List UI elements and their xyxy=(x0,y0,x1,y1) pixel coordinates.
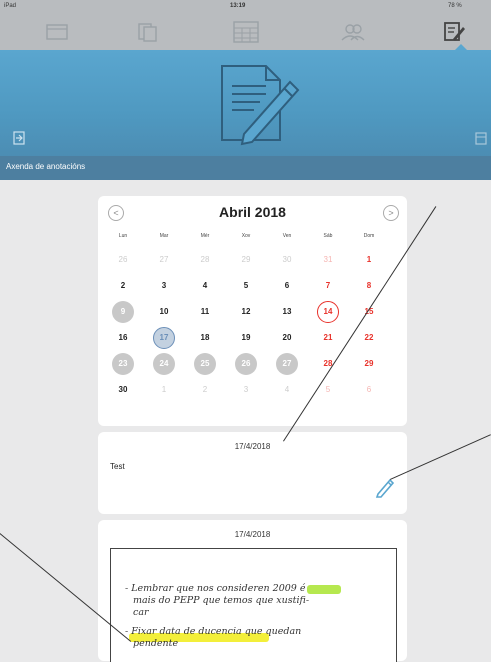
calendar-day[interactable]: 2 xyxy=(194,379,216,401)
documents-icon xyxy=(138,23,157,42)
calendar-day[interactable]: 6 xyxy=(276,275,298,297)
calendar-day[interactable]: 4 xyxy=(194,275,216,297)
battery-label: 78 % xyxy=(448,3,462,9)
calendar-day[interactable]: 18 xyxy=(194,327,216,349)
export-icon[interactable] xyxy=(12,130,26,146)
calendar-day[interactable]: 22 xyxy=(358,327,380,349)
calendar-day[interactable]: 3 xyxy=(153,275,175,297)
calendar-day[interactable]: 30 xyxy=(112,379,134,401)
calendar-day[interactable]: 4 xyxy=(276,379,298,401)
calendar-day[interactable]: 29 xyxy=(235,249,257,271)
calendar-day[interactable]: 31 xyxy=(317,249,339,271)
calendar-day[interactable]: 1 xyxy=(153,379,175,401)
handwritten-line: mais do PEPP que temos que xustifi- xyxy=(133,595,310,606)
active-tab-pointer xyxy=(454,44,468,51)
handwritten-text: - Lembrar que nos consideren 2009 é mais… xyxy=(125,583,309,650)
green-highlight xyxy=(307,585,341,594)
calendar-day[interactable]: 28 xyxy=(194,249,216,271)
calendar-day[interactable]: 25 xyxy=(194,353,216,375)
calendar-day[interactable]: 12 xyxy=(235,301,257,323)
status-bar: iPad 13:19 78 % xyxy=(0,0,491,14)
calendar-day[interactable]: 26 xyxy=(112,249,134,271)
calendar-day[interactable]: 30 xyxy=(276,249,298,271)
people-icon xyxy=(341,24,365,41)
calendar-day[interactable]: 17 xyxy=(153,327,175,349)
weekday-label: Mér xyxy=(200,233,210,239)
hero-banner xyxy=(0,50,491,156)
tab-documents[interactable] xyxy=(127,18,167,46)
section-title: Axenda de anotacións xyxy=(6,162,86,171)
weekday-label: Sáb xyxy=(323,233,333,239)
note-date: 17/4/2018 xyxy=(234,442,271,451)
calendar-day[interactable]: 8 xyxy=(358,275,380,297)
note-text: Test xyxy=(110,462,125,471)
tab-contacts[interactable] xyxy=(333,18,373,46)
tab-bar xyxy=(0,14,491,50)
weekday-label: Lun xyxy=(118,233,128,239)
calendar-day[interactable]: 20 xyxy=(276,327,298,349)
device-label: iPad xyxy=(4,3,17,9)
calendar-day[interactable]: 16 xyxy=(112,327,134,349)
note-card[interactable]: 17/4/2018 Test xyxy=(98,432,407,514)
calendar-day[interactable]: 19 xyxy=(235,327,257,349)
calendar-day[interactable]: 5 xyxy=(235,275,257,297)
tab-calendar[interactable] xyxy=(37,18,77,46)
weekday-label: Ven xyxy=(282,233,292,239)
handwriting-canvas: - Lembrar que nos consideren 2009 é mais… xyxy=(110,548,397,662)
month-title: Abril 2018 xyxy=(219,204,286,220)
next-month-button[interactable]: > xyxy=(383,205,399,221)
calendar-day[interactable]: 29 xyxy=(358,353,380,375)
note-edit-icon xyxy=(444,22,465,41)
notepad-pencil-icon xyxy=(221,65,300,146)
clock: 13:19 xyxy=(230,3,246,9)
calendar-day[interactable]: 27 xyxy=(276,353,298,375)
calendar-day[interactable]: 26 xyxy=(235,353,257,375)
handwritten-note-date: 17/4/2018 xyxy=(234,530,271,539)
calendar-day[interactable]: 27 xyxy=(153,249,175,271)
calendar-day[interactable]: 9 xyxy=(112,301,134,323)
calendar-day[interactable]: 24 xyxy=(153,353,175,375)
calendar-day[interactable]: 23 xyxy=(112,353,134,375)
weekday-label: Xov xyxy=(241,233,251,239)
calendar-day[interactable]: 10 xyxy=(153,301,175,323)
weekday-label: Dom xyxy=(363,233,375,239)
tab-notes[interactable] xyxy=(434,18,474,46)
calendar-day[interactable]: 11 xyxy=(194,301,216,323)
tab-schedule[interactable] xyxy=(226,18,266,46)
section-header: Axenda de anotacións xyxy=(0,156,491,180)
calendar-day[interactable]: 2 xyxy=(112,275,134,297)
calendar-day[interactable]: 21 xyxy=(317,327,339,349)
calendar-day[interactable]: 7 xyxy=(317,275,339,297)
calendar-day[interactable]: 14 xyxy=(317,301,339,323)
archive-icon[interactable] xyxy=(474,130,488,146)
window-icon xyxy=(46,24,68,40)
handwritten-line: - Lembrar que nos consideren 2009 é xyxy=(125,583,306,594)
weekday-label: Mar xyxy=(159,233,169,239)
calendar-card: < Abril 2018 > Lun Mar Mér Xov Ven Sáb Dom 26 2… xyxy=(98,196,407,426)
handwritten-line: car xyxy=(133,607,149,618)
handwritten-line: - Fixar data de ducencia que quedan xyxy=(125,626,302,637)
grid-calendar-icon xyxy=(233,21,259,43)
calendar-day[interactable]: 1 xyxy=(358,249,380,271)
calendar-day[interactable]: 3 xyxy=(235,379,257,401)
handwritten-line: pendente xyxy=(133,638,179,649)
calendar-day[interactable]: 6 xyxy=(358,379,380,401)
pencil-icon[interactable] xyxy=(374,476,396,498)
calendar-day[interactable]: 13 xyxy=(276,301,298,323)
handwritten-note-card[interactable]: 17/4/2018 - Lembrar que nos consideren 2… xyxy=(98,520,407,662)
